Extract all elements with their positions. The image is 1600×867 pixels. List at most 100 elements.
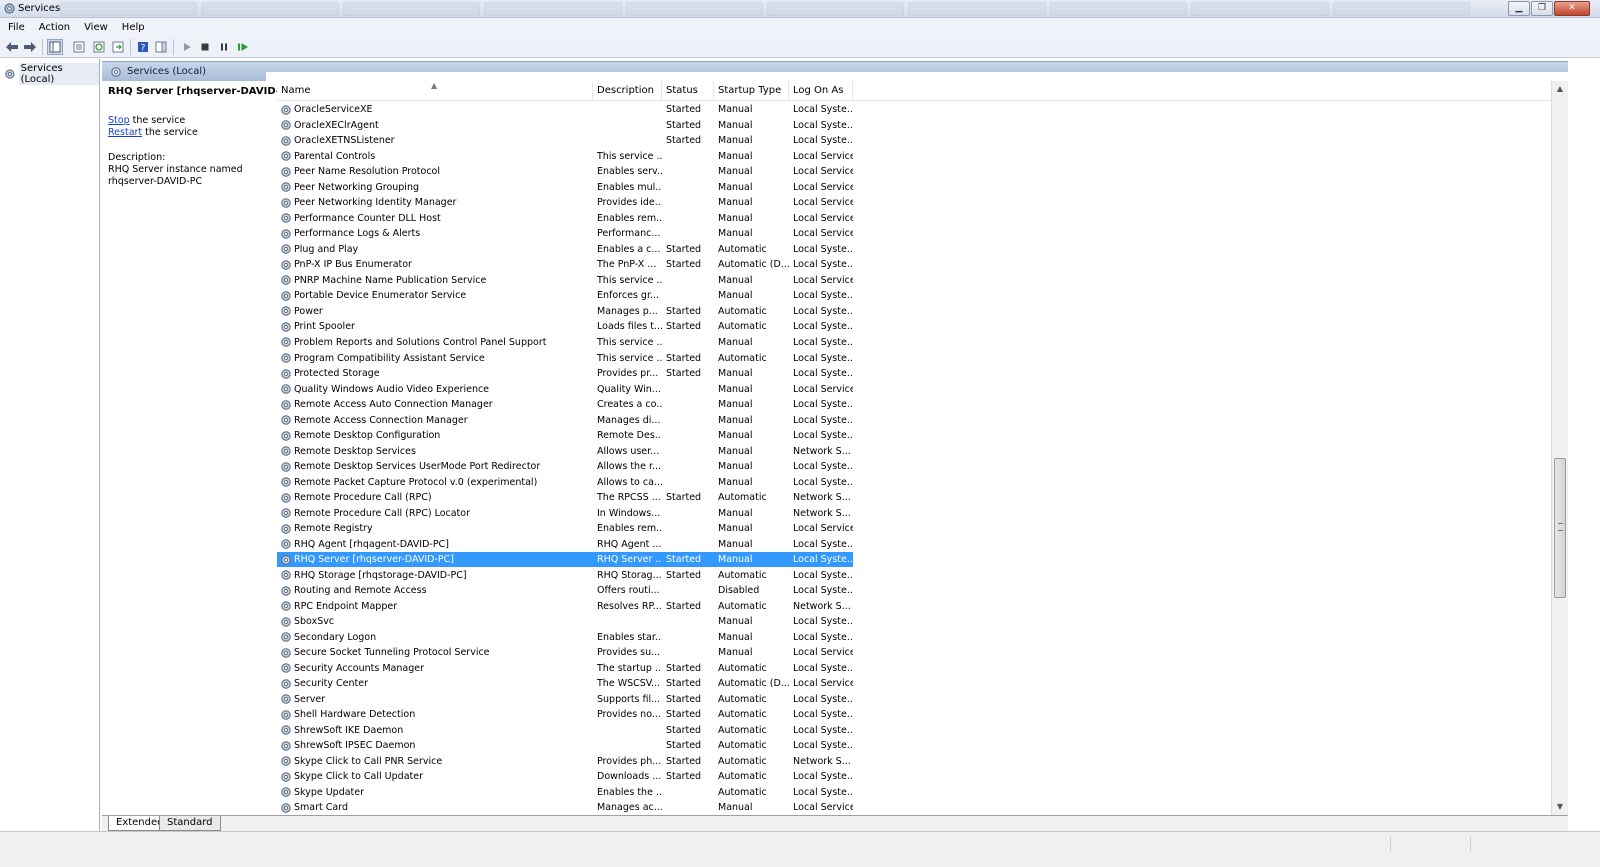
service-row[interactable]: Print Spooler Loads files t... Started Auto… [277, 319, 1551, 335]
service-row[interactable]: RHQ Server [rhqserver-DAVID-PC] RHQ Serve… [277, 551, 853, 568]
service-row[interactable]: Remote Packet Capture Protocol v.0 (expe… [277, 474, 1551, 490]
pause-service-button[interactable] [216, 39, 232, 55]
service-row[interactable]: Quality Windows Audio Video Experience Qu… [277, 381, 1551, 397]
service-row[interactable]: Remote Procedure Call (RPC) The RPCSS ...… [277, 490, 1551, 506]
service-row[interactable]: OracleXETNSListener Started Manual Local Sy… [277, 133, 1551, 149]
service-row[interactable]: Parental Controls This service ... Manual L… [277, 149, 1551, 165]
restart-service-button[interactable] [235, 39, 251, 55]
service-row[interactable]: OracleXEClrAgent Started Manual Local Syste… [277, 118, 1551, 134]
column-header-name[interactable]: ▲ Name [277, 81, 593, 101]
service-row[interactable]: RHQ Agent [rhqagent-DAVID-PC] RHQ Agent .… [277, 536, 1551, 552]
close-button[interactable]: ✕ [1554, 1, 1590, 16]
service-row[interactable]: Security Accounts Manager The startup ...… [277, 661, 1551, 677]
refresh-button[interactable] [91, 39, 107, 55]
service-name-cell: OracleServiceXE [277, 104, 593, 116]
service-row[interactable]: Remote Access Auto Connection Manager Cre… [277, 397, 1551, 413]
service-row[interactable]: Peer Networking Grouping Enables mul... Ma… [277, 180, 1551, 196]
back-button[interactable] [4, 39, 20, 55]
export-list-button[interactable] [110, 39, 126, 55]
service-row[interactable]: Protected Storage Provides pr... Started Ma… [277, 366, 1551, 382]
service-row[interactable]: PNRP Machine Name Publication Service Thi… [277, 273, 1551, 289]
service-row[interactable]: ShrewSoft IPSEC Daemon Started Automatic Lo… [277, 738, 1551, 754]
tree-item-services-local[interactable]: Services (Local) [4, 63, 99, 85]
column-header-log-on-as[interactable]: Log On As [789, 81, 853, 101]
maximize-button[interactable]: ❐ [1531, 1, 1553, 16]
help-button[interactable]: ? [135, 39, 151, 55]
service-row[interactable]: Skype Click to Call PNR Service Provides … [277, 754, 1551, 770]
restart-service-link[interactable]: Restart [108, 127, 142, 138]
service-row[interactable]: Skype Updater Enables the ... Automatic Loc… [277, 785, 1551, 801]
menu-view[interactable]: View [84, 22, 108, 33]
service-row[interactable]: Program Compatibility Assistant Service T… [277, 350, 1551, 366]
start-service-button[interactable] [179, 39, 195, 55]
service-row[interactable]: SboxSvc Manual Local Syste... [277, 614, 1551, 630]
service-status: Started [666, 662, 702, 674]
service-row[interactable]: PnP-X IP Bus Enumerator The PnP-X ... Star… [277, 257, 1551, 273]
service-description: Creates a co... [597, 399, 662, 411]
service-row[interactable]: Remote Desktop Configuration Remote Des..… [277, 428, 1551, 444]
service-startup-type: Automatic [718, 693, 767, 705]
service-row[interactable]: Remote Registry Enables rem... Manual Local… [277, 521, 1551, 537]
stop-service-button[interactable] [197, 39, 213, 55]
service-row[interactable]: Routing and Remote Access Offers routi...… [277, 583, 1551, 599]
service-log-on-as: Local Syste... [793, 104, 853, 116]
minimize-button[interactable]: ▁ [1508, 1, 1530, 16]
service-row[interactable]: Skype Click to Call Updater Downloads ...… [277, 769, 1551, 785]
service-row[interactable]: Power Manages p... Started Automatic Local S… [277, 304, 1551, 320]
scroll-up-arrow-icon[interactable]: ▲ [1552, 81, 1568, 97]
column-header-description[interactable]: Description [593, 81, 662, 101]
menu-action[interactable]: Action [39, 22, 70, 33]
status-bar [0, 831, 1600, 867]
service-startup-type: Manual [718, 228, 753, 240]
tab-standard[interactable]: Standard [159, 816, 221, 831]
forward-button[interactable] [22, 39, 38, 55]
scrollbar-thumb[interactable] [1554, 458, 1566, 598]
menu-file[interactable]: File [8, 22, 25, 33]
properties-icon [73, 41, 85, 53]
properties-button[interactable] [71, 39, 87, 55]
service-row[interactable]: Peer Networking Identity Manager Provides… [277, 195, 1551, 211]
service-row[interactable]: Secure Socket Tunneling Protocol Service… [277, 645, 1551, 661]
service-row[interactable]: Server Supports fil... Started Automatic Loc… [277, 692, 1551, 708]
service-status: Started [666, 678, 702, 690]
gear-icon [281, 508, 291, 518]
service-row[interactable]: RPC Endpoint Mapper Resolves RP... Started… [277, 599, 1551, 615]
vertical-scrollbar[interactable]: ▲ ▼ [1551, 81, 1568, 815]
service-row[interactable]: Remote Desktop Services Allows user... Man… [277, 443, 1551, 459]
service-row[interactable]: RHQ Storage [rhqstorage-DAVID-PC] RHQ Sto… [277, 567, 1551, 583]
service-status: Started [666, 492, 702, 504]
service-startup-type: Manual [718, 336, 753, 348]
show-console-tree-button[interactable] [47, 39, 63, 55]
service-row[interactable]: ShrewSoft IKE Daemon Started Automatic Loca… [277, 723, 1551, 739]
service-name: OracleXEClrAgent [294, 119, 379, 131]
service-row[interactable]: Remote Desktop Services UserMode Port Re… [277, 459, 1551, 475]
service-log-on-as: Local Syste... [793, 461, 853, 473]
service-startup-type: Manual [718, 631, 753, 643]
service-row[interactable]: Smart Card Manages ac... Manual Local Servi… [277, 800, 1551, 815]
scroll-down-arrow-icon[interactable]: ▼ [1552, 799, 1568, 815]
service-row[interactable]: Secondary Logon Enables star... Manual Loca… [277, 630, 1551, 646]
service-row[interactable]: Security Center The WSCSV... Started Automa… [277, 676, 1551, 692]
stop-service-link[interactable]: Stop [108, 115, 130, 126]
service-startup-type: Automatic (D... [718, 259, 789, 271]
service-log-on-as: Local Syste... [793, 430, 853, 442]
service-row[interactable]: OracleServiceXE Started Manual Local Syste.… [277, 102, 1551, 118]
service-name: ShrewSoft IPSEC Daemon [294, 740, 416, 752]
service-row[interactable]: Remote Access Connection Manager Manages … [277, 412, 1551, 428]
gear-icon [281, 725, 291, 736]
menu-help[interactable]: Help [122, 22, 145, 33]
service-row[interactable]: Performance Logs & Alerts Performanc... Ma… [277, 226, 1551, 242]
service-row[interactable]: Shell Hardware Detection Provides no... St… [277, 707, 1551, 723]
service-row[interactable]: Problem Reports and Solutions Control Pa… [277, 335, 1551, 351]
service-status: Started [666, 600, 702, 612]
column-header-startup-type[interactable]: Startup Type [714, 81, 789, 101]
service-row[interactable]: Peer Name Resolution Protocol Enables ser… [277, 164, 1551, 180]
service-name: SboxSvc [294, 616, 335, 628]
service-row[interactable]: Remote Procedure Call (RPC) Locator In Wi… [277, 505, 1551, 521]
service-name-cell: Skype Updater [277, 786, 593, 798]
show-hide-action-pane-button[interactable] [153, 39, 169, 55]
service-row[interactable]: Portable Device Enumerator Service Enforc… [277, 288, 1551, 304]
column-header-status[interactable]: Status [662, 81, 714, 101]
service-row[interactable]: Plug and Play Enables a c... Started Automa… [277, 242, 1551, 258]
service-row[interactable]: Performance Counter DLL Host Enables rem.… [277, 211, 1551, 227]
